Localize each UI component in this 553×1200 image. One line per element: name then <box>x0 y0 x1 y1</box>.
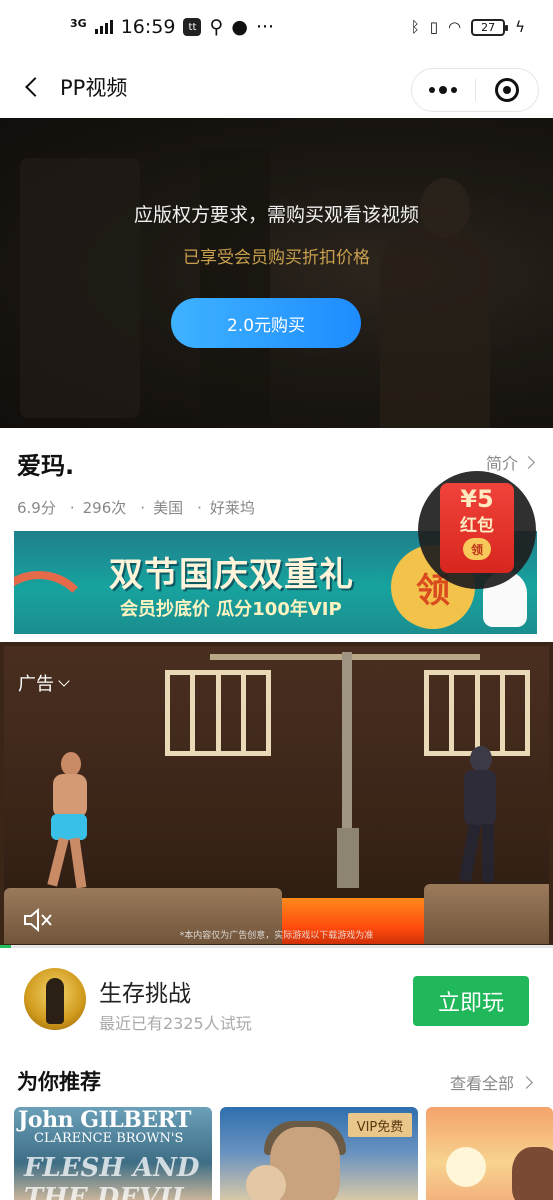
message-icon: ● <box>231 16 248 38</box>
play-now-button[interactable]: 立即玩 <box>413 976 529 1026</box>
game-avatar[interactable] <box>24 968 86 1030</box>
wifi-icon: ◠ <box>448 18 462 36</box>
ad-disclaimer: *本内容仅为广告创意，实际游戏以下载游戏为准 <box>179 931 374 941</box>
mini-program-capsule <box>411 68 539 112</box>
vip-free-badge: VIP免费 <box>348 1113 412 1137</box>
member-discount-note: 已享受会员购买折扣价格 <box>183 248 370 268</box>
poster-subtitle: CLARENCE BROWN'S <box>34 1131 184 1146</box>
decorative-arc <box>14 571 94 634</box>
red-packet-label: 红包 <box>460 516 494 536</box>
back-arrow-icon <box>25 77 45 97</box>
video-title: 爱玛. <box>17 452 75 480</box>
recommend-poster[interactable]: John GILBERT CLARENCE BROWN'S FLESH AND … <box>14 1107 212 1200</box>
see-all-label: 查看全部 <box>449 1074 514 1093</box>
game-name[interactable]: 生存挑战 <box>99 974 191 1008</box>
poster-figure <box>246 1165 286 1200</box>
poster-art-text: FLESH AND THE DEVIL <box>24 1153 200 1200</box>
video-dim-overlay <box>0 118 553 428</box>
poster-figure <box>512 1147 553 1200</box>
buy-button[interactable]: 2.0元购买 <box>171 298 361 348</box>
chevron-right-icon <box>520 1075 533 1089</box>
signal-icon <box>94 20 113 34</box>
video-plays: 296次 <box>82 499 127 517</box>
status-time: 16:59 <box>120 16 176 38</box>
poster-figure <box>446 1147 486 1187</box>
target-close-icon <box>494 78 519 102</box>
bluetooth-icon: ᛒ <box>410 18 420 36</box>
ad-progress-fill <box>0 945 12 948</box>
battery-level: 27 <box>481 20 496 34</box>
more-button[interactable] <box>412 68 475 112</box>
page-title: PP视频 <box>60 76 128 100</box>
nav-bar: PP视频 <box>0 60 553 118</box>
ad-video[interactable]: 广告 *本内容仅为广告创意，实际游戏以下载游戏为准 <box>0 642 553 948</box>
recommend-poster[interactable] <box>426 1107 553 1200</box>
usb-icon: ⚲ <box>209 16 224 38</box>
promo-title: 双节国庆双重礼 <box>109 555 354 595</box>
vibrate-icon: ▯ <box>429 18 438 36</box>
recommend-poster[interactable]: VIP免费 <box>220 1107 418 1200</box>
close-mini-program-button[interactable] <box>475 68 538 112</box>
promo-subtitle: 会员抄底价 瓜分100年VIP <box>120 599 342 620</box>
video-player-paywall: 应版权方要求，需购买观看该视频 已享受会员购买折扣价格 2.0元购买 <box>0 118 553 428</box>
video-meta-item: · 296次 <box>69 499 127 517</box>
more-notifications-icon: ··· <box>255 16 275 38</box>
video-meta-item: · 好莱坞 <box>197 499 255 517</box>
video-studio: 好莱坞 <box>209 499 255 517</box>
video-meta-item: · 美国 <box>140 499 184 517</box>
paywall-message: 应版权方要求，需购买观看该视频 <box>133 204 419 226</box>
tt-icon: tt <box>183 18 202 36</box>
ad-progress-bar <box>0 945 553 948</box>
video-rating: 6.9分 <box>17 499 56 517</box>
ad-label-text: 广告 <box>18 674 54 695</box>
chevron-right-icon <box>522 455 535 469</box>
ad-label[interactable]: 广告 <box>18 670 70 696</box>
status-left: 3G 16:59 tt ⚲ ● ··· <box>70 16 274 38</box>
chevron-down-icon <box>58 675 70 687</box>
game-player-count: 最近已有2325人试玩 <box>99 1014 252 1033</box>
red-packet-icon: ¥5 红包 领 <box>440 483 514 573</box>
status-right: ᛒ ▯ ◠ 27 ϟ <box>411 18 525 36</box>
poster-title: John GILBERT <box>18 1107 191 1133</box>
status-bar: 3G 16:59 tt ⚲ ● ··· ᛒ ▯ ◠ 27 ϟ <box>0 0 553 60</box>
red-packet-claim: 领 <box>463 538 491 560</box>
recommend-title: 为你推荐 <box>17 1070 101 1094</box>
red-packet-float-button[interactable]: ¥5 红包 领 <box>418 471 536 589</box>
video-meta: 6.9分 · 296次 · 美国 · 好莱坞 <box>17 497 255 518</box>
back-button[interactable] <box>14 69 50 105</box>
see-all-link[interactable]: 查看全部 <box>449 1070 533 1094</box>
intro-label: 简介 <box>485 454 518 473</box>
battery-icon: 27 <box>471 18 509 36</box>
red-packet-amount: ¥5 <box>460 485 494 513</box>
charging-icon: ϟ <box>515 18 525 36</box>
intro-link[interactable]: 简介 <box>485 450 535 474</box>
ad-frame <box>0 642 553 948</box>
network-type: 3G <box>70 16 87 30</box>
video-country: 美国 <box>153 499 184 517</box>
